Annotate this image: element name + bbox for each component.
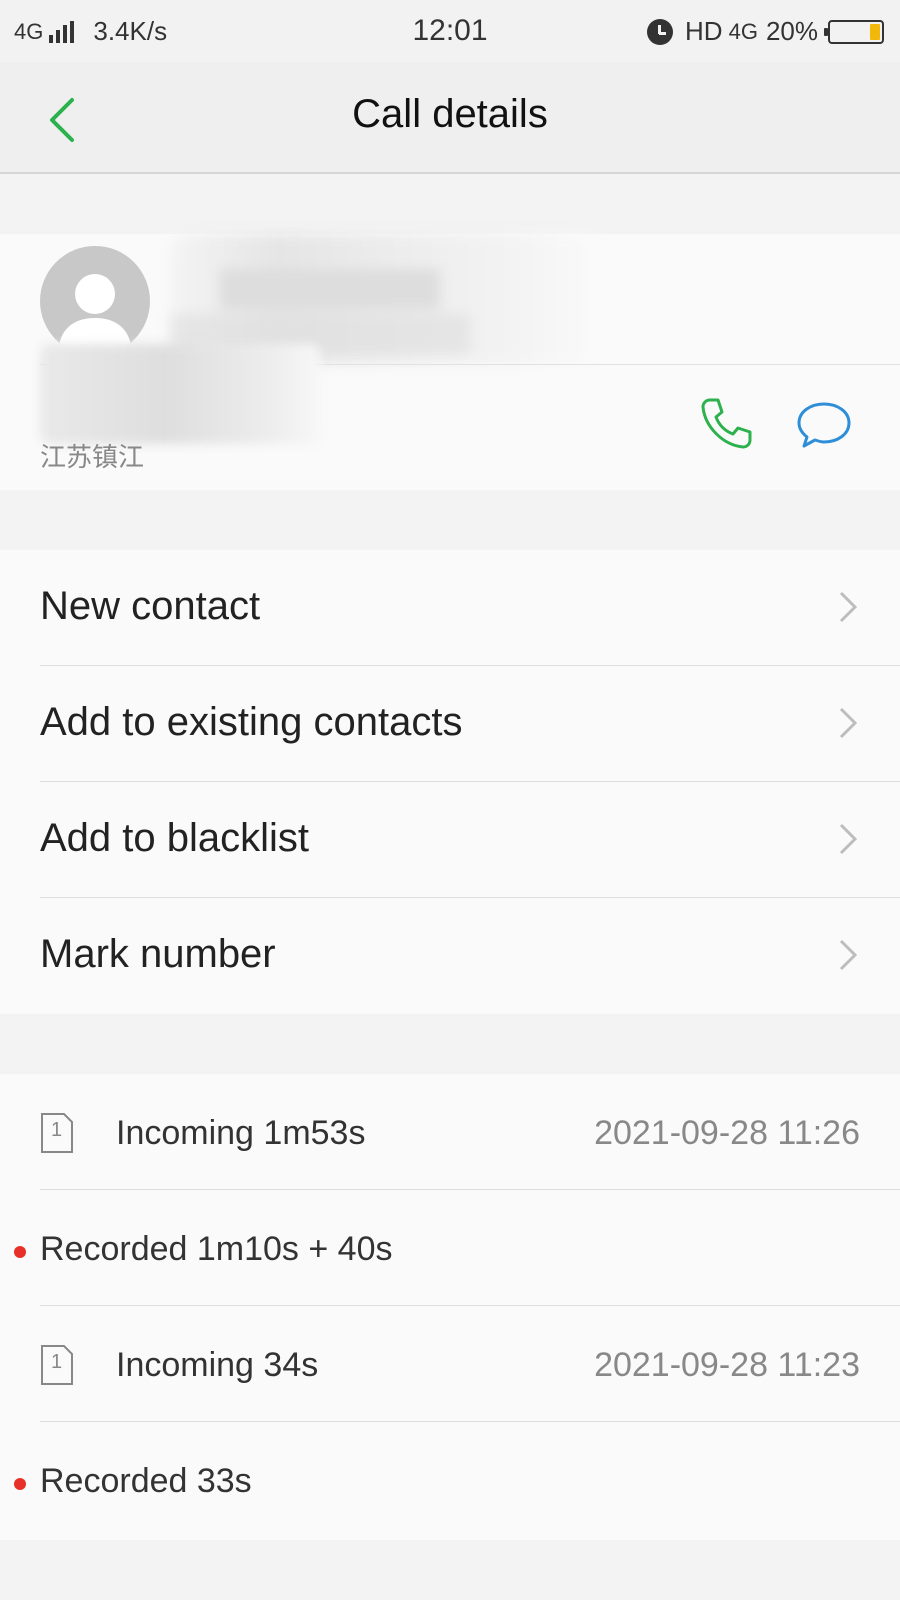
app-header: Call details (0, 62, 900, 174)
number-location: 江苏镇江 (40, 443, 145, 473)
status-right: HD 4G 20% (647, 16, 884, 47)
recording-label: Recorded 1m10s + 40s (40, 1230, 393, 1268)
sim-number: 1 (51, 1351, 63, 1373)
chevron-right-icon (839, 591, 858, 623)
option-label: Add to blacklist (40, 816, 310, 860)
chevron-right-icon (839, 939, 858, 971)
call-time: 2021-09-28 11:26 (594, 1114, 860, 1152)
option-add-existing[interactable]: Add to existing contacts (40, 666, 900, 782)
call-log-entry: 1 Incoming 1m53s 2021-09-28 11:26 (40, 1074, 900, 1190)
call-type: Incoming 1m53s (116, 1114, 366, 1152)
option-new-contact[interactable]: New contact (40, 550, 900, 666)
message-icon[interactable] (796, 400, 852, 450)
redacted-number (40, 344, 320, 444)
option-label: New contact (40, 584, 261, 628)
battery-percent: 20% (765, 16, 818, 46)
network-type-right: 4G (728, 18, 758, 44)
hd-indicator: HD (685, 16, 723, 46)
recording-label: Recorded 33s (40, 1462, 252, 1500)
call-log: 1 Incoming 1m53s 2021-09-28 11:26 Record… (0, 1074, 900, 1540)
call-time: 2021-09-28 11:23 (594, 1346, 860, 1384)
record-dot-icon (14, 1246, 26, 1258)
option-label: Mark number (40, 932, 276, 976)
contact-card: 江苏镇江 (0, 234, 900, 490)
phone-icon[interactable] (700, 396, 754, 450)
option-blacklist[interactable]: Add to blacklist (40, 782, 900, 898)
option-mark-number[interactable]: Mark number (40, 898, 900, 1014)
recording-entry[interactable]: Recorded 1m10s + 40s (14, 1190, 900, 1306)
sim-number: 1 (51, 1119, 63, 1141)
call-log-entry: 1 Incoming 34s 2021-09-28 11:23 (40, 1306, 900, 1422)
record-dot-icon (14, 1478, 26, 1490)
chevron-right-icon (839, 823, 858, 855)
battery-icon (824, 19, 884, 44)
page-title: Call details (352, 92, 548, 136)
recording-entry[interactable]: Recorded 33s (14, 1422, 900, 1538)
alarm-icon (647, 18, 674, 45)
option-label: Add to existing contacts (40, 700, 463, 744)
call-type: Incoming 34s (116, 1346, 319, 1384)
chevron-right-icon (839, 707, 858, 739)
avatar (40, 246, 150, 356)
status-bar: 4G 3.4K/s 12:01 HD 4G 20% (0, 0, 900, 62)
person-icon (58, 274, 132, 356)
options-list: New contact Add to existing contacts Add… (0, 550, 900, 1014)
